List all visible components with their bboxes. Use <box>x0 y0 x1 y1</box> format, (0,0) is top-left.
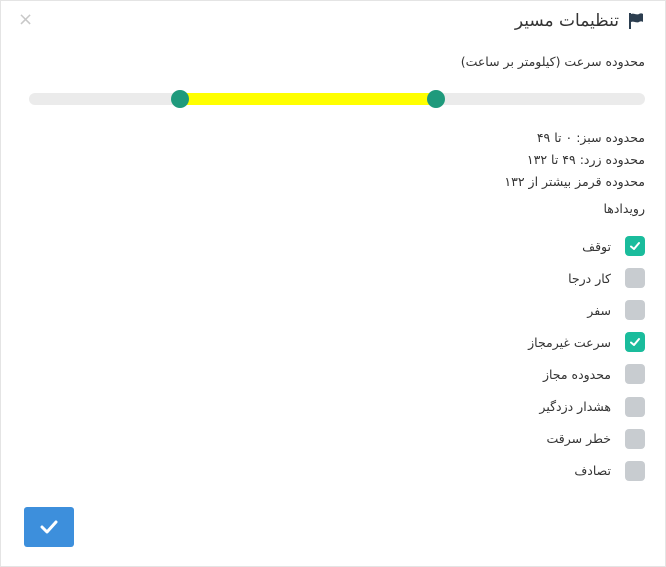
dialog-title: تنظیمات مسیر <box>514 11 619 31</box>
event-geofence[interactable]: محدوده مجاز <box>445 358 645 390</box>
yellow-range-text: محدوده زرد: ۴۹ تا ۱۳۲ <box>526 152 645 167</box>
route-settings-dialog: × تنظیمات مسیر محدوده سرعت (کیلومتر بر س… <box>0 0 666 567</box>
event-trip[interactable]: سفر <box>445 294 645 326</box>
event-label: سفر <box>587 302 611 318</box>
event-alarm[interactable]: هشدار دزدگیر <box>445 390 645 422</box>
event-label: سرعت غیرمجاز <box>528 334 611 350</box>
events-list: توقف کار درجا سفر سرعت غیرمجاز محدوده مج… <box>445 230 645 487</box>
event-label: خطر سرقت <box>546 431 611 447</box>
speed-range-slider[interactable] <box>29 90 645 108</box>
checkbox[interactable] <box>625 364 645 385</box>
event-idle[interactable]: کار درجا <box>445 262 645 294</box>
checkbox[interactable] <box>625 460 645 481</box>
event-accident[interactable]: تصادف <box>445 455 645 487</box>
event-label: توقف <box>582 238 611 254</box>
flag-icon <box>629 13 643 29</box>
dialog-header: تنظیمات مسیر <box>515 11 645 31</box>
speed-range-label: محدوده سرعت (کیلومتر بر ساعت) <box>460 54 645 69</box>
checkbox[interactable] <box>625 236 645 257</box>
check-icon <box>40 520 58 534</box>
event-label: تصادف <box>574 463 611 479</box>
close-icon[interactable]: × <box>18 10 33 30</box>
event-label: هشدار دزدگیر <box>539 399 611 415</box>
event-label: کار درجا <box>568 270 611 286</box>
range-info: محدوده سبز: ۰ تا ۴۹ محدوده زرد: ۴۹ تا ۱۳… <box>504 127 645 193</box>
event-label: محدوده مجاز <box>542 366 611 382</box>
slider-yellow-fill <box>179 93 436 105</box>
slider-handle-low[interactable] <box>170 90 189 108</box>
check-icon <box>630 242 640 251</box>
events-heading: رویدادها <box>603 201 645 216</box>
green-range-text: محدوده سبز: ۰ تا ۴۹ <box>536 130 645 145</box>
red-range-text: محدوده قرمز بیشتر از ۱۳۲ <box>504 174 645 189</box>
checkbox[interactable] <box>625 428 645 449</box>
check-icon <box>630 338 640 347</box>
checkbox[interactable] <box>625 268 645 289</box>
event-stop[interactable]: توقف <box>445 230 645 262</box>
slider-handle-high[interactable] <box>426 90 445 108</box>
checkbox[interactable] <box>625 332 645 353</box>
event-overspeed[interactable]: سرعت غیرمجاز <box>445 326 645 358</box>
checkbox[interactable] <box>625 396 645 417</box>
checkbox[interactable] <box>625 300 645 321</box>
event-theft-risk[interactable]: خطر سرقت <box>445 423 645 455</box>
confirm-button[interactable] <box>24 507 74 547</box>
